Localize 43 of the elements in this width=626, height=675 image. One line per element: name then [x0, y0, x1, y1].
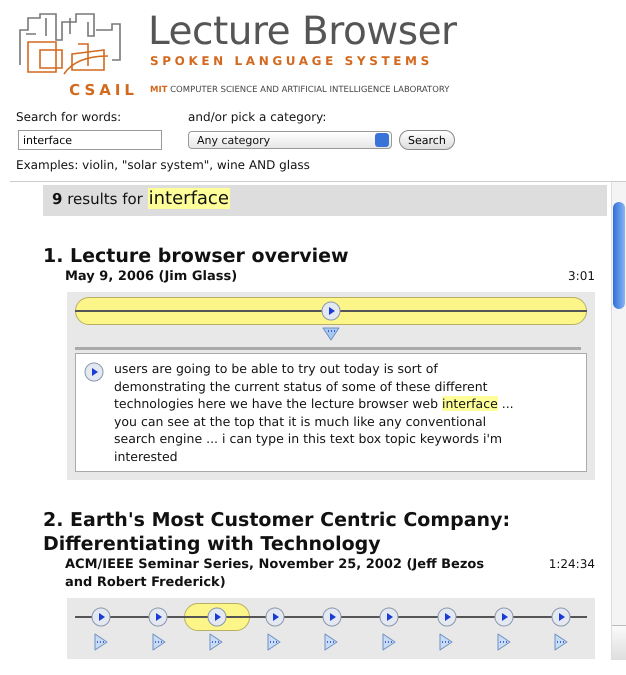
timeline-segment[interactable] [184, 603, 250, 631]
transcript-snippet: users are going to be able to try out today is sort of demonstrating the current status of some of these different technologies here we have the lecture browser web interface ... you can see at the top that it is much like any conventional search engine ... i can type in this text box topic keywords i'm interested [114, 360, 515, 465]
results-heading: 9 results for interface [43, 185, 607, 216]
expand-icon[interactable] [150, 633, 166, 651]
duration: 1:24:34 [548, 556, 595, 571]
play-icon[interactable] [379, 607, 400, 627]
expand-icon[interactable] [323, 633, 339, 651]
subtitle: SPOKEN LANGUAGE SYSTEMS [150, 54, 434, 68]
expand-icon[interactable] [322, 327, 340, 341]
play-icon[interactable] [551, 607, 571, 627]
play-icon[interactable] [148, 607, 168, 627]
play-icon[interactable] [321, 301, 341, 321]
play-icon[interactable] [91, 607, 111, 627]
lab-name: MIT COMPUTER SCIENCE AND ARTIFICIAL INTELLIGENCE LABORATORY [150, 85, 450, 95]
play-icon[interactable] [206, 607, 226, 627]
expand-icon[interactable] [93, 633, 109, 651]
logo-text: CSAIL [69, 81, 138, 99]
expand-icon[interactable] [380, 633, 396, 651]
scroll-thumb[interactable] [613, 202, 625, 309]
expand-icon[interactable] [438, 633, 454, 651]
field-label: and/or pick a category: [188, 110, 328, 126]
scrollbar[interactable] [611, 182, 626, 660]
result-info: May 9, 2006 (Jim Glass) [65, 268, 238, 286]
timeline-segment[interactable] [75, 297, 587, 325]
examples-text: Examples: violin, "solar system", wine AND glass [15, 157, 311, 172]
result-title[interactable]: 1. Lecture browser overview [43, 244, 595, 268]
expand-icon[interactable] [266, 633, 282, 651]
play-icon[interactable] [436, 607, 456, 627]
play-icon[interactable] [264, 607, 285, 627]
result-title[interactable]: 2. Earth's Most Customer Centric Company: Differentiating with Technology [43, 508, 595, 556]
play-icon[interactable] [322, 607, 342, 627]
field-label: Search for words: [16, 110, 122, 126]
search-button[interactable]: Search [399, 130, 455, 150]
play-icon[interactable] [84, 362, 104, 382]
play-icon[interactable] [494, 607, 514, 627]
category-dropdown[interactable]: Any category [188, 131, 392, 149]
duration: 3:01 [568, 268, 595, 283]
expand-icon[interactable] [553, 633, 569, 651]
expand-icon[interactable] [208, 633, 224, 651]
expand-icon[interactable] [496, 633, 512, 651]
result-info: ACM/IEEE Seminar Series, November 25, 2002 (Jeff Bezos and Robert Frederick) [65, 556, 486, 592]
search-field[interactable]: interface [18, 130, 162, 150]
app-title: Lecture Browser [148, 10, 457, 54]
